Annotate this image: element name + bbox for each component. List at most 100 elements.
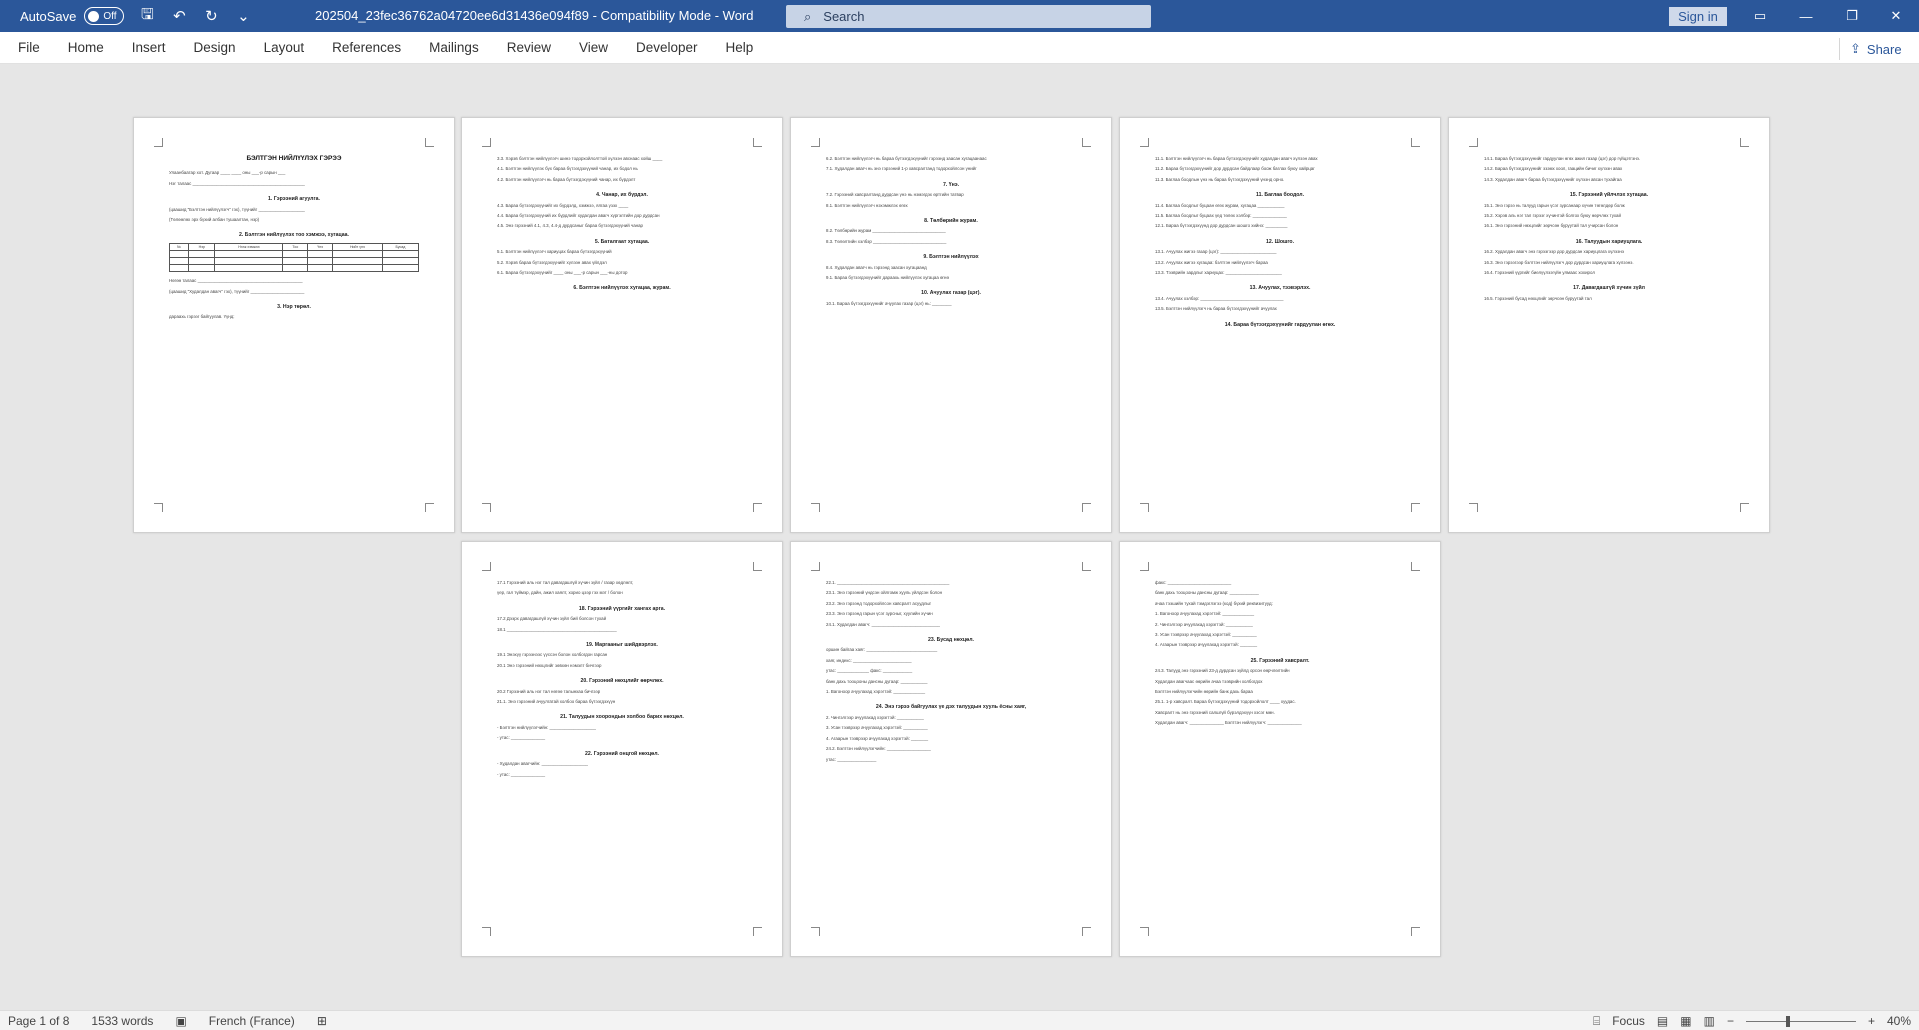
restore-icon[interactable]: ❐ bbox=[1829, 0, 1875, 32]
autosave-state: Off bbox=[103, 10, 117, 22]
tab-file[interactable]: File bbox=[0, 32, 54, 64]
section-heading: 6. Бэлтгэн нийлүүлэх хугацаа, журам. bbox=[573, 285, 671, 292]
table-cell bbox=[168, 250, 190, 259]
section-heading: 14. Бараа бүтээгдэхүүнийг гардуулан өгөх… bbox=[1224, 321, 1336, 328]
quick-access-toolbar: 🖫 ↶ ↻ ⌄ bbox=[138, 4, 252, 29]
document-page[interactable]: 3.3. Хэрэв бэлтгэн нийлүүлэгч шинэ тодор… bbox=[461, 117, 783, 533]
undo-icon[interactable]: ↶ bbox=[170, 7, 188, 25]
autosave-toggle[interactable]: Off bbox=[84, 7, 125, 25]
toggle-knob bbox=[88, 10, 100, 22]
table-cell bbox=[282, 250, 309, 259]
section-heading: 16. Талуудын хариуцлага. bbox=[1575, 238, 1643, 245]
proofing-icon[interactable]: ▣ bbox=[175, 1014, 186, 1028]
document-page[interactable]: 17.1 Гэрээний аль нэг тал давагдашгүй хү… bbox=[461, 541, 783, 957]
customize-qat-icon[interactable]: ⌄ bbox=[234, 7, 252, 25]
table-cell bbox=[331, 257, 383, 266]
zoom-slider-thumb[interactable] bbox=[1785, 1015, 1790, 1027]
share-label: Share bbox=[1866, 41, 1902, 57]
tab-developer[interactable]: Developer bbox=[622, 32, 712, 64]
tab-home[interactable]: Home bbox=[54, 32, 118, 64]
redo-icon[interactable]: ↻ bbox=[202, 7, 220, 25]
table-cell: Бусад bbox=[381, 242, 420, 252]
accessibility-icon[interactable]: ⊞ bbox=[317, 1014, 327, 1028]
focus-icon[interactable]: ⌸ bbox=[1593, 1014, 1600, 1029]
tab-mailings[interactable]: Mailings bbox=[415, 32, 493, 64]
document-area[interactable]: БЭЛТГЭН НИЙЛҮҮЛЭХ ГЭРЭЭ Улаанбаатар хот. … bbox=[0, 65, 1919, 1010]
table-cell bbox=[381, 264, 420, 273]
zoom-slider[interactable] bbox=[1745, 1015, 1856, 1027]
language[interactable]: French (France) bbox=[209, 1014, 295, 1028]
crop-mark bbox=[1740, 138, 1749, 147]
section-heading: 20. Гэрээний нөхцлийг өөрчлөх. bbox=[580, 678, 664, 685]
tab-layout[interactable]: Layout bbox=[250, 32, 319, 64]
table-cell bbox=[168, 264, 190, 273]
crop-mark bbox=[753, 562, 762, 571]
word-count[interactable]: 1533 words bbox=[91, 1014, 153, 1028]
table-cell bbox=[307, 257, 333, 266]
print-layout-icon[interactable]: ▦ bbox=[1680, 1014, 1691, 1028]
crop-mark bbox=[154, 138, 163, 147]
table-cell bbox=[381, 257, 420, 266]
ribbon-display-options-icon[interactable]: ▭ bbox=[1737, 0, 1783, 32]
section-heading: 19. Маргааныг шийдвэрлэх. bbox=[586, 642, 658, 649]
tab-insert[interactable]: Insert bbox=[118, 32, 180, 64]
crop-mark bbox=[425, 138, 434, 147]
autosave-control[interactable]: AutoSave Off bbox=[20, 7, 125, 25]
section-heading: 4. Чанар, их бүрдэл. bbox=[596, 192, 648, 199]
zoom-level[interactable]: 40% bbox=[1887, 1014, 1911, 1028]
close-icon[interactable]: ✕ bbox=[1873, 0, 1919, 32]
table-cell bbox=[188, 264, 216, 273]
zoom-in-icon[interactable]: + bbox=[1868, 1014, 1875, 1028]
section-heading: 17. Давагдашгүй хүчин зүйл bbox=[1573, 285, 1645, 292]
share-button[interactable]: ⇪ Share bbox=[1839, 38, 1909, 60]
table-cell bbox=[214, 264, 284, 273]
tab-view[interactable]: View bbox=[565, 32, 622, 64]
document-page[interactable]: 6.2. Бэлтгэн нийлүүлэгч нь бараа бүтээгд… bbox=[790, 117, 1112, 533]
tab-references[interactable]: References bbox=[318, 32, 415, 64]
share-icon: ⇪ bbox=[1850, 41, 1861, 56]
tab-review[interactable]: Review bbox=[493, 32, 565, 64]
focus-label[interactable]: Focus bbox=[1612, 1014, 1645, 1028]
section-heading: 9. Бэлтгэн нийлүүлэх bbox=[923, 254, 979, 261]
document-page[interactable]: факс: __________________________ банк дах… bbox=[1119, 541, 1441, 957]
page-info[interactable]: Page 1 of 8 bbox=[8, 1014, 69, 1028]
crop-mark bbox=[811, 503, 820, 512]
zoom-out-icon[interactable]: − bbox=[1727, 1014, 1734, 1028]
tab-help[interactable]: Help bbox=[712, 32, 768, 64]
section-heading: 12. Шошго. bbox=[1265, 238, 1295, 245]
status-bar: Page 1 of 8 1533 words ▣ French (France)… bbox=[0, 1010, 1919, 1030]
crop-mark bbox=[482, 503, 491, 512]
page-text: 11.1. Бэлтгэн нийлүүлэгч нь бараа бүтээг… bbox=[1155, 156, 1405, 332]
crop-mark bbox=[1411, 927, 1420, 936]
minimize-icon[interactable]: — bbox=[1783, 0, 1829, 32]
tab-design[interactable]: Design bbox=[180, 32, 250, 64]
page-text: факс: __________________________ банк дах… bbox=[1155, 580, 1405, 731]
crop-mark bbox=[1469, 503, 1478, 512]
save-icon[interactable]: 🖫 bbox=[138, 4, 156, 29]
document-page[interactable]: БЭЛТГЭН НИЙЛҮҮЛЭХ ГЭРЭЭ Улаанбаатар хот. … bbox=[133, 117, 455, 533]
document-page[interactable]: 22.1. __________________________________… bbox=[790, 541, 1112, 957]
crop-mark bbox=[1082, 138, 1091, 147]
crop-mark bbox=[482, 927, 491, 936]
document-page[interactable]: 11.1. Бэлтгэн нийлүүлэгч нь бараа бүтээг… bbox=[1119, 117, 1441, 533]
quantity-table: № Нэр Нэгж хэмжээ Тоо Үнэ Нийт үнэ Бусад bbox=[168, 242, 420, 273]
document-page[interactable]: 14.1. Бараа бүтээгдэхүүнийг гардуулан өг… bbox=[1448, 117, 1770, 533]
search-box[interactable]: ⌕ Search bbox=[786, 5, 1151, 28]
read-mode-icon[interactable]: ▤ bbox=[1657, 1014, 1668, 1028]
web-layout-icon[interactable]: ▥ bbox=[1704, 1014, 1715, 1028]
sign-in-button[interactable]: Sign in bbox=[1669, 7, 1727, 26]
